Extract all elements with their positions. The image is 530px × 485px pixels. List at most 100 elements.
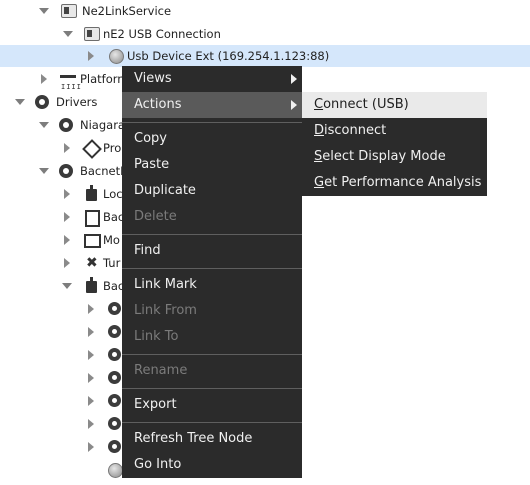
- menu-item-export[interactable]: Export: [122, 392, 302, 418]
- expand-arrow-icon[interactable]: [88, 304, 94, 314]
- menu-separator: [122, 422, 302, 423]
- menu-item-duplicate[interactable]: Duplicate: [122, 178, 302, 204]
- tree-row-child-4[interactable]: [0, 367, 122, 389]
- tree-row-usb-connection[interactable]: nE2 USB Connection: [0, 23, 530, 45]
- expand-arrow-icon[interactable]: [64, 235, 70, 245]
- tree-row-child-2[interactable]: [0, 321, 122, 343]
- tree-row-usb-device-ext[interactable]: Usb Device Ext (169.254.1.123:88): [0, 45, 530, 67]
- collapse-arrow-icon[interactable]: [39, 122, 49, 128]
- action-disconnect[interactable]: Disconnect: [302, 118, 487, 144]
- tree-label-ne2linkservice: Ne2LinkService: [82, 4, 172, 18]
- action-select-display-mode[interactable]: Select Display Mode: [302, 144, 487, 170]
- menu-item-label: Refresh Tree Node: [134, 431, 253, 446]
- tree-row-tur[interactable]: ✖ Tur: [0, 252, 122, 274]
- collapse-arrow-icon[interactable]: [63, 31, 73, 37]
- tree-row-loc[interactable]: Loc: [0, 183, 123, 205]
- tree-row-child-1[interactable]: [0, 298, 122, 320]
- proxy-diamond-icon: [82, 139, 102, 159]
- action-get-performance-analysis[interactable]: Get Performance Analysis: [302, 170, 487, 196]
- tree-row-niagara[interactable]: Niagara: [0, 114, 125, 136]
- platform-icon: [60, 75, 82, 98]
- expand-arrow-icon[interactable]: [64, 258, 70, 268]
- menu-separator: [122, 388, 302, 389]
- menu-item-label: Delete: [134, 209, 177, 224]
- monitor-icon: [84, 234, 101, 248]
- local-device-icon: [86, 185, 97, 201]
- actions-submenu: Connect (USB) Disconnect Select Display …: [302, 92, 487, 196]
- tree-row-child-7[interactable]: [0, 436, 122, 458]
- tree-row-drivers[interactable]: Drivers: [0, 91, 122, 113]
- expand-arrow-icon[interactable]: [88, 373, 94, 383]
- mnemonic-letter: G: [314, 175, 325, 190]
- device-folder-icon: [86, 277, 97, 293]
- expand-arrow-icon[interactable]: [64, 212, 70, 222]
- tree-label-usb-device-ext: Usb Device Ext (169.254.1.123:88): [127, 49, 330, 63]
- device-ext-icon: [108, 463, 123, 478]
- grid-object-icon: [108, 325, 121, 338]
- tree-label-tur: Tur: [103, 256, 121, 270]
- menu-item-find[interactable]: Find: [122, 238, 302, 264]
- analog-object-icon: [108, 371, 121, 384]
- menu-item-go-into[interactable]: Go Into: [122, 452, 302, 478]
- tree-row-bacnet[interactable]: BacnetN: [0, 160, 129, 182]
- menu-item-link-mark[interactable]: Link Mark: [122, 272, 302, 298]
- menu-item-rename: Rename: [122, 358, 302, 384]
- document-icon: [85, 210, 100, 227]
- menu-item-label: Link Mark: [134, 277, 197, 292]
- tree-row-bac-devices[interactable]: Bac: [0, 275, 124, 297]
- menu-item-copy[interactable]: Copy: [122, 126, 302, 152]
- menu-item-refresh-tree-node[interactable]: Refresh Tree Node: [122, 426, 302, 452]
- menu-item-actions[interactable]: Actions: [122, 92, 302, 118]
- tree-row-mo[interactable]: Mo: [0, 229, 122, 251]
- menu-item-label: Find: [134, 243, 161, 258]
- tree-label-pro: Pro: [103, 141, 122, 155]
- action-label: elect Display Mode: [322, 149, 446, 164]
- tree-label-niagara: Niagara: [80, 118, 125, 132]
- expand-arrow-icon[interactable]: [88, 327, 94, 337]
- menu-item-label: Link From: [134, 303, 197, 318]
- menu-item-label: Rename: [134, 363, 188, 378]
- tools-icon: ✖: [86, 255, 98, 271]
- context-menu: Views Actions Copy Paste Duplicate Delet…: [122, 66, 302, 478]
- network-icon: [59, 164, 73, 178]
- expand-arrow-icon[interactable]: [64, 189, 70, 199]
- connection-folder-icon: [84, 27, 100, 41]
- tree-row-pro[interactable]: Pro: [0, 137, 122, 159]
- tree-row-child-8[interactable]: [0, 459, 123, 481]
- menu-item-label: Go Into: [134, 457, 182, 472]
- menu-item-label: Export: [134, 397, 177, 412]
- schedule-object-icon: [108, 394, 121, 407]
- expand-arrow-icon[interactable]: [88, 51, 94, 61]
- action-label: isconnect: [324, 123, 387, 138]
- collapse-arrow-icon[interactable]: [39, 8, 49, 14]
- tree-row-child-6[interactable]: [0, 413, 122, 435]
- mnemonic-letter: D: [314, 123, 325, 138]
- menu-item-paste[interactable]: Paste: [122, 152, 302, 178]
- collapse-arrow-icon[interactable]: [15, 99, 25, 105]
- binary-object-icon: [108, 348, 121, 361]
- tree-row-ne2linkservice[interactable]: Ne2LinkService: [0, 0, 530, 22]
- tree-row-child-3[interactable]: [0, 344, 122, 366]
- expand-arrow-icon[interactable]: [88, 419, 94, 429]
- tree-row-child-5[interactable]: [0, 390, 122, 412]
- expand-arrow-icon[interactable]: [88, 442, 94, 452]
- expand-arrow-icon[interactable]: [64, 143, 70, 153]
- mnemonic-letter: C: [314, 97, 324, 112]
- tree-row-platform[interactable]: Platform: [0, 68, 129, 98]
- action-connect-usb[interactable]: Connect (USB): [302, 92, 487, 118]
- collapse-arrow-icon[interactable]: [62, 283, 72, 289]
- menu-item-label: Duplicate: [134, 183, 196, 198]
- analog-object-icon: [108, 302, 121, 315]
- drivers-icon: [35, 95, 49, 109]
- expand-arrow-icon[interactable]: [88, 350, 94, 360]
- menu-item-label: Views: [134, 71, 172, 86]
- tree-row-bac[interactable]: Bac: [0, 206, 124, 228]
- triangle-object-icon: [108, 417, 121, 430]
- grid-object-icon: [108, 440, 121, 453]
- expand-arrow-icon[interactable]: [88, 396, 94, 406]
- menu-item-views[interactable]: Views: [122, 66, 302, 92]
- menu-separator: [122, 354, 302, 355]
- expand-arrow-icon[interactable]: [41, 74, 47, 84]
- network-icon: [59, 118, 73, 132]
- collapse-arrow-icon[interactable]: [39, 168, 49, 174]
